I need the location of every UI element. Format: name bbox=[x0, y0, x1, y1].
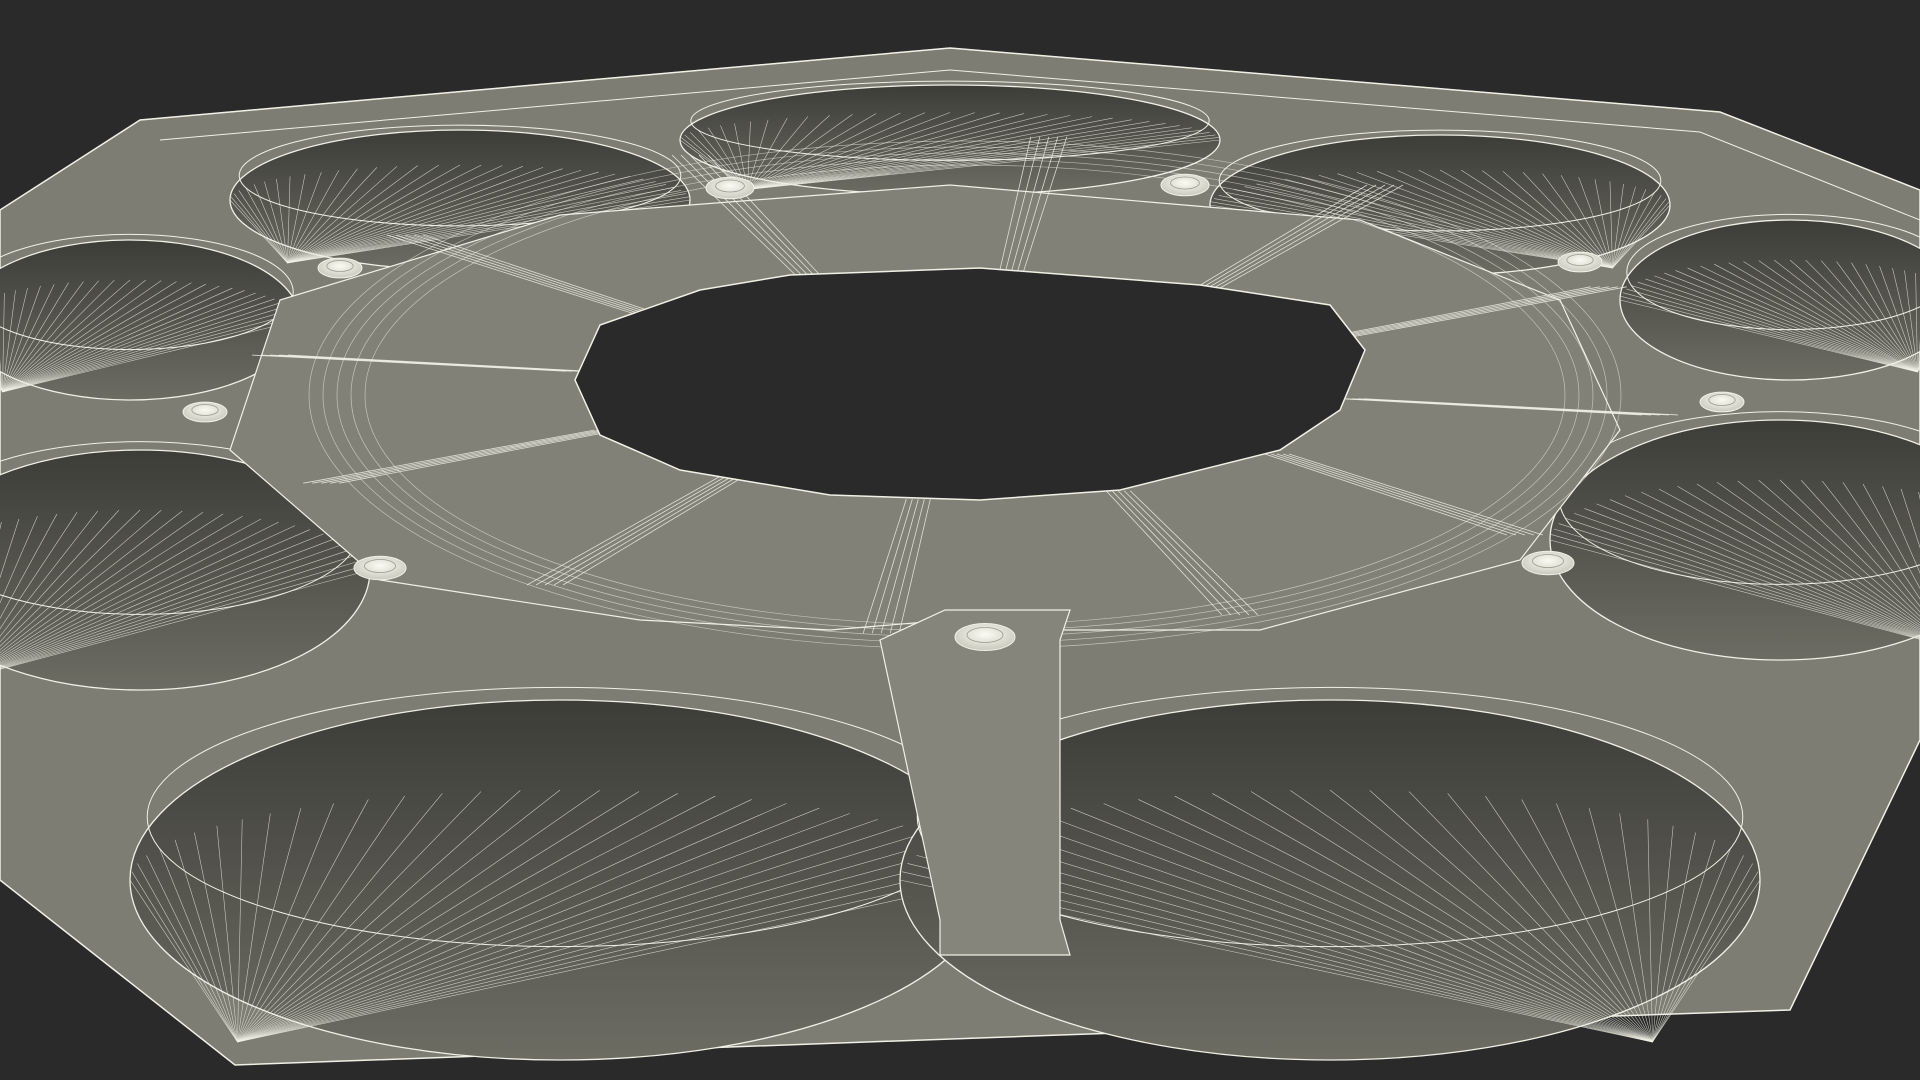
dome-shell bbox=[1699, 391, 1745, 413]
dome-shell bbox=[182, 401, 228, 423]
dome-shell bbox=[1160, 173, 1210, 197]
dome-icon bbox=[705, 176, 755, 200]
lobe-floor bbox=[129, 699, 991, 1061]
dome-icon bbox=[954, 623, 1016, 651]
dome-icon bbox=[1160, 173, 1210, 197]
wireframe-render bbox=[0, 47, 1920, 1066]
dome-icon bbox=[1557, 251, 1603, 273]
dome-icon bbox=[182, 401, 228, 423]
dome-shell bbox=[1557, 251, 1603, 273]
dome-shell bbox=[317, 257, 363, 279]
dome-icon bbox=[353, 555, 407, 581]
render-viewport bbox=[0, 0, 1920, 1080]
dome-icon bbox=[1521, 550, 1575, 576]
dome-icon bbox=[317, 257, 363, 279]
dome-icon bbox=[1699, 391, 1745, 413]
dome-shell bbox=[705, 176, 755, 200]
